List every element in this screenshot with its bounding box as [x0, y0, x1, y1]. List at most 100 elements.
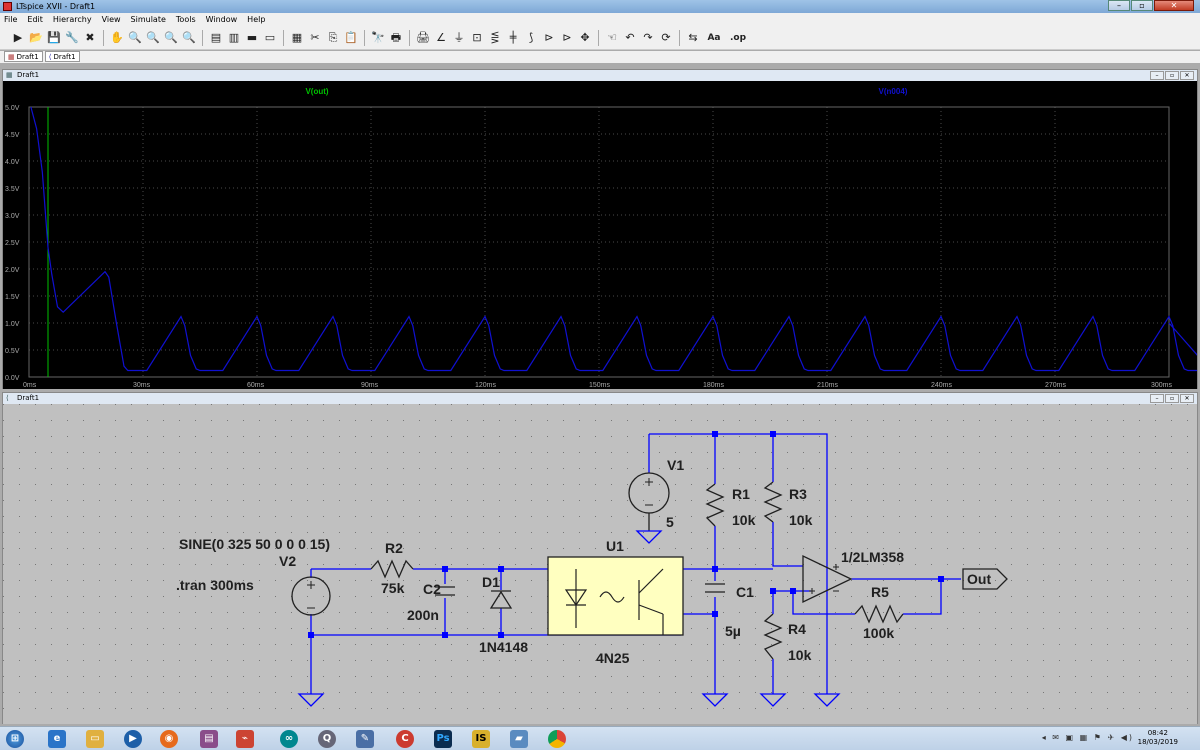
halt-icon[interactable]: ✖ [82, 30, 98, 46]
menu-file[interactable]: File [4, 15, 17, 24]
diode-icon[interactable]: ⊳ [541, 30, 557, 46]
zoom-out-icon[interactable]: 🔍 [163, 30, 179, 46]
explorer-icon[interactable]: ▭ [86, 730, 104, 748]
menu-help[interactable]: Help [247, 15, 265, 24]
clock-time: 08:42 [1147, 729, 1168, 737]
schematic-icon: ⟨ [6, 394, 9, 402]
chrome-icon[interactable] [548, 730, 566, 748]
menu-hierarchy[interactable]: Hierarchy [53, 15, 92, 24]
tile-vertical-icon[interactable]: ▭ [262, 30, 278, 46]
inductor-icon[interactable]: ⟆ [523, 30, 539, 46]
start-icon[interactable]: ⊞ [6, 730, 24, 748]
y-tick-label: 0.0V [5, 375, 20, 382]
save-icon[interactable]: 💾 [46, 30, 62, 46]
notepad-icon[interactable]: ✎ [356, 730, 374, 748]
text-icon[interactable]: Aa [703, 30, 725, 46]
control-panel-icon[interactable]: 🔧 [64, 30, 80, 46]
paste-icon[interactable]: 📋 [343, 30, 359, 46]
undo-icon[interactable]: ↶ [622, 30, 638, 46]
label-v1-value: 5 [666, 514, 674, 530]
arduino-icon[interactable]: ∞ [280, 730, 298, 748]
tab-waveform[interactable]: ⟨ Draft1 [44, 51, 80, 62]
tab-schematic[interactable]: ▦ Draft1 [4, 51, 43, 62]
photoshop-icon[interactable]: Ps [434, 730, 452, 748]
waveform-minimize-button[interactable]: – [1150, 71, 1164, 80]
copy-icon[interactable]: ⎘ [325, 30, 341, 46]
cut-icon[interactable]: ✂ [307, 30, 323, 46]
app-title: LTspice XVII - Draft1 [16, 2, 96, 11]
firefox-icon[interactable]: ◉ [160, 730, 178, 748]
winrar-icon[interactable]: ▤ [200, 730, 218, 748]
find-icon[interactable]: 🔭 [370, 30, 386, 46]
resistor-icon[interactable]: ⋚ [487, 30, 503, 46]
zoom-pan-icon[interactable]: 🔍 [145, 30, 161, 46]
ie-icon[interactable]: e [48, 730, 66, 748]
run-icon[interactable]: ▶ [10, 30, 26, 46]
media-player-icon[interactable]: ▶ [124, 730, 142, 748]
autoscale-icon[interactable]: ▤ [208, 30, 224, 46]
wire-icon[interactable]: ∠ [433, 30, 449, 46]
label-icon[interactable]: ⊡ [469, 30, 485, 46]
schematic-canvas[interactable]: Out V1 5 R1 10k R3 10k U1 4N25 1/2LM358 … [3, 404, 1197, 724]
x-tick-label: 60ms [247, 382, 265, 389]
spice-directive-tran[interactable]: .tran 300ms [176, 577, 254, 593]
x-tick-label: 90ms [361, 382, 379, 389]
component-icon[interactable]: ⊳ [559, 30, 575, 46]
label-sine-spec[interactable]: SINE(0 325 50 0 0 0 15) [179, 536, 330, 552]
magnifier-icon[interactable]: Q [318, 730, 336, 748]
cascade-icon[interactable]: ▦ [289, 30, 305, 46]
schematic-minimize-button[interactable]: – [1150, 394, 1164, 403]
spice-directive-icon[interactable]: .op [727, 30, 749, 46]
schematic-restore-button[interactable]: ▫ [1165, 394, 1179, 403]
trace-label-vn004[interactable]: V(n004) [879, 87, 908, 96]
toolbar-separator [679, 29, 680, 46]
menu-simulate[interactable]: Simulate [131, 15, 166, 24]
system-clock[interactable]: 08:42 18/03/2019 [1138, 729, 1178, 747]
ltspice-icon[interactable]: ⌁ [236, 730, 254, 748]
waveform-close-button[interactable]: ✕ [1180, 71, 1194, 80]
rotate-icon[interactable]: ⟳ [658, 30, 674, 46]
hand-icon[interactable]: ✋ [109, 30, 125, 46]
ltspice-app-icon [3, 2, 12, 11]
tile-horizontal-icon[interactable]: ▬ [244, 30, 260, 46]
mirror-icon[interactable]: ⇆ [685, 30, 701, 46]
open-icon[interactable]: 📂 [28, 30, 44, 46]
x-tick-label: 180ms [703, 382, 725, 389]
x-tick-label: 120ms [475, 382, 497, 389]
system-tray[interactable]: ◂ ✉ ▣ ▦ ⚑ ✈ ◀) [1042, 733, 1134, 742]
drag-icon[interactable]: ☜ [604, 30, 620, 46]
label-opamp: 1/2LM358 [841, 549, 904, 565]
isis-icon[interactable]: IS [472, 730, 490, 748]
schematic-icon: ▦ [8, 52, 15, 61]
zoom-full-icon[interactable]: ▥ [226, 30, 242, 46]
redo-icon[interactable]: ↷ [640, 30, 656, 46]
waveform-restore-button[interactable]: ▫ [1165, 71, 1179, 80]
zoom-in-icon[interactable]: 🔍 [127, 30, 143, 46]
schematic-close-button[interactable]: ✕ [1180, 394, 1194, 403]
menu-tools[interactable]: Tools [176, 15, 196, 24]
y-tick-label: 3.0V [5, 213, 20, 220]
waveform-plot[interactable]: 5.0V 4.5V 4.0V 3.5V 3.0V 2.5V 2.0V 1.5V 1.0V 0.5V… [3, 81, 1197, 389]
ground-icon[interactable]: ⏚ [451, 30, 467, 46]
ccleaner-icon[interactable]: C [396, 730, 414, 748]
y-tick-label: 2.0V [5, 267, 20, 274]
menu-edit[interactable]: Edit [27, 15, 43, 24]
print-setup-icon[interactable]: 🖨 [415, 30, 431, 46]
x-tick-label: 30ms [133, 382, 151, 389]
x-tick-label: 270ms [1045, 382, 1067, 389]
toolbar-separator [202, 29, 203, 46]
menu-window[interactable]: Window [206, 15, 238, 24]
y-tick-label: 4.5V [5, 132, 20, 139]
close-button[interactable]: ✕ [1154, 0, 1194, 11]
minimize-button[interactable]: – [1108, 0, 1130, 11]
print-icon[interactable]: 🖶 [388, 30, 404, 46]
optocoupler-u1[interactable] [547, 556, 684, 636]
trace-label-vout[interactable]: V(out) [305, 87, 328, 96]
move-icon[interactable]: ✥ [577, 30, 593, 46]
zoom-cancel-icon[interactable]: 🔍 [181, 30, 197, 46]
plot-icon: ▦ [6, 71, 13, 79]
capacitor-icon[interactable]: ╪ [505, 30, 521, 46]
maximize-button[interactable]: ▫ [1131, 0, 1153, 11]
pinned-app-icon[interactable]: ▰ [510, 730, 528, 748]
menu-view[interactable]: View [102, 15, 121, 24]
